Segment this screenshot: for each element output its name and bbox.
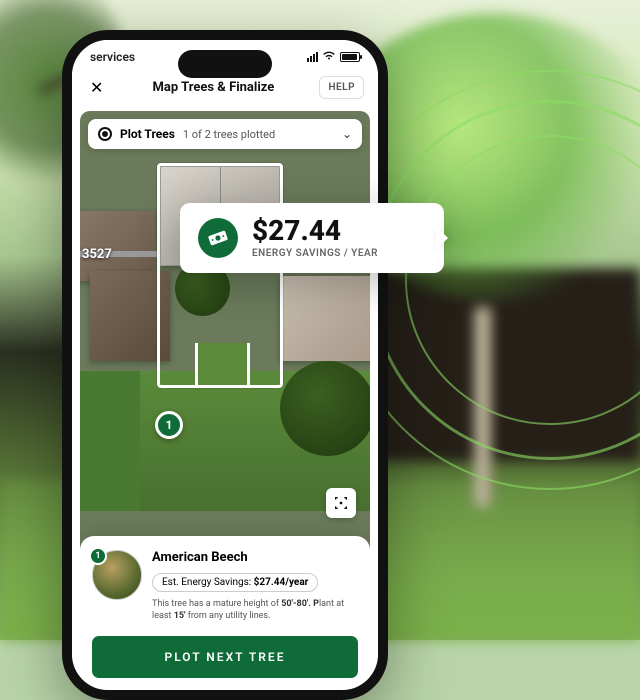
plot-trees-dropdown[interactable]: Plot Trees 1 of 2 trees plotted ⌄: [88, 119, 362, 149]
help-button[interactable]: HELP: [319, 76, 364, 99]
phone-notch: [178, 50, 272, 78]
status-indicators: [307, 50, 360, 64]
tree-info-sheet: 1 American Beech Est. Energy Savings: $2…: [80, 536, 370, 690]
callout-amount: $27.44: [252, 217, 378, 245]
close-button[interactable]: ✕: [86, 74, 107, 101]
tree-description: This tree has a mature height of 50'-80'…: [152, 598, 358, 622]
plot-count: 1 of 2 trees plotted: [183, 128, 275, 141]
signal-icon: [307, 52, 318, 62]
page-title: Map Trees & Finalize: [153, 80, 275, 95]
house-number-label: 3527: [82, 247, 112, 262]
map-container[interactable]: 3527 Plot Trees 1 of 2 trees plotted ⌄ 1…: [80, 111, 370, 690]
tree-badge: 1: [89, 547, 107, 565]
phone-frame: services ✕ Map Trees & Finalize HELP: [62, 30, 388, 700]
tree-name: American Beech: [152, 550, 358, 565]
recenter-button[interactable]: [326, 488, 356, 518]
chevron-down-icon: ⌄: [342, 127, 352, 141]
plot-label: Plot Trees: [120, 127, 175, 141]
money-icon: [198, 218, 238, 258]
savings-callout: $27.44 ENERGY SAVINGS / YEAR: [180, 203, 444, 273]
plot-next-tree-button[interactable]: PLOT NEXT TREE: [92, 636, 358, 678]
carrier-label: services: [90, 50, 135, 64]
savings-pill: Est. Energy Savings: $27.44/year: [152, 573, 318, 592]
tree-pin-1[interactable]: 1: [155, 411, 183, 439]
tree-thumbnail: 1: [92, 550, 142, 600]
callout-subtitle: ENERGY SAVINGS / YEAR: [252, 248, 378, 259]
wifi-icon: [322, 50, 336, 64]
radio-selected-icon: [98, 127, 112, 141]
crosshair-icon: [333, 495, 349, 511]
battery-icon: [340, 52, 360, 62]
